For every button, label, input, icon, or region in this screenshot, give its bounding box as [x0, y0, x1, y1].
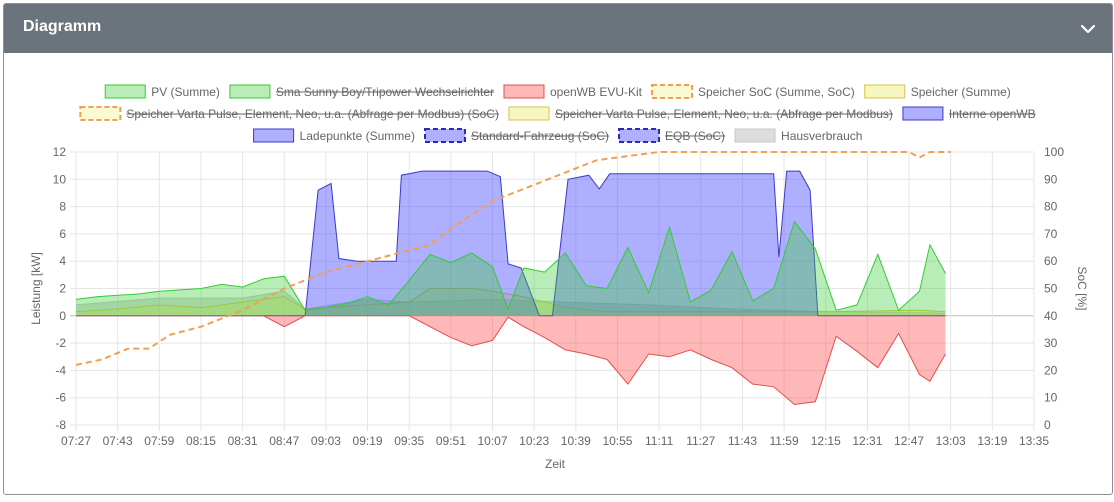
legend-swatch — [864, 84, 906, 99]
legend-item[interactable]: Sma Sunny Boy/Tripower Wechselrichter — [229, 84, 494, 99]
legend-swatch — [902, 106, 944, 121]
legend-item[interactable]: Speicher SoC (Summe, SoC) — [651, 84, 855, 99]
legend-label: Speicher (Summe) — [911, 85, 1011, 99]
x-tick-label: 13:35 — [1019, 434, 1049, 448]
y2-tick-label: 70 — [1044, 227, 1058, 241]
y-tick-label: 4 — [59, 254, 66, 268]
y-tick-label: 2 — [59, 282, 66, 296]
y-tick-label: 8 — [59, 200, 66, 214]
x-tick-label: 09:03 — [311, 434, 341, 448]
y-tick-label: -8 — [55, 418, 66, 432]
x-tick-label: 10:39 — [561, 434, 591, 448]
x-tick-label: 09:19 — [353, 434, 383, 448]
x-tick-label: 11:11 — [645, 434, 674, 448]
y2-tick-label: 20 — [1044, 363, 1058, 377]
x-tick-label: 13:03 — [936, 434, 966, 448]
x-tick-label: 12:47 — [894, 434, 924, 448]
x-tick-label: 07:43 — [103, 434, 133, 448]
x-tick-label: 09:35 — [394, 434, 424, 448]
y2-tick-label: 50 — [1044, 282, 1058, 296]
x-tick-label: 11:59 — [770, 434, 799, 448]
legend-swatch — [104, 84, 146, 99]
y-axis-title: Leistung [kW] — [29, 252, 43, 325]
x-tick-label: 13:19 — [977, 434, 1007, 448]
legend-item[interactable]: Speicher Varta Pulse, Element, Neo, u.a.… — [79, 106, 499, 121]
legend-item[interactable]: Speicher Varta Pulse, Element, Neo, u.a.… — [508, 106, 893, 121]
power-chart: PV (Summe) Sma Sunny Boy/Tripower Wechsel… — [29, 84, 1089, 471]
legend-label: Ladepunkte (Summe) — [300, 129, 415, 143]
legend-item[interactable]: EQB (SoC) — [618, 128, 725, 143]
y-tick-label: 0 — [59, 309, 66, 323]
legend-swatch — [423, 128, 466, 143]
x-tick-label: 08:15 — [186, 434, 216, 448]
y-tick-label: 10 — [53, 172, 67, 186]
y2-tick-label: 40 — [1044, 309, 1058, 323]
y2-tick-label: 90 — [1044, 172, 1058, 186]
legend-item[interactable]: Hausverbrauch — [734, 128, 862, 143]
legend-label: Speicher SoC (Summe, SoC) — [698, 85, 855, 99]
y2-tick-label: 100 — [1044, 145, 1064, 159]
legend-item[interactable]: Speicher (Summe) — [864, 84, 1011, 99]
legend-swatch — [503, 84, 545, 99]
x-tick-label: 08:47 — [269, 434, 299, 448]
card-title: Diagramm — [23, 18, 102, 35]
legend-swatch — [618, 128, 661, 143]
diagram-card: Diagramm PV (Summe) Sma Sunny Boy/Tripowe… — [3, 3, 1113, 495]
x-tick-label: 10:07 — [478, 434, 508, 448]
x-tick-label: 08:31 — [228, 434, 258, 448]
legend-label: openWB EVU-Kit — [550, 85, 643, 99]
legend-item[interactable]: openWB EVU-Kit — [503, 84, 643, 99]
x-tick-label: 07:27 — [61, 434, 91, 448]
x-tick-label: 10:55 — [602, 434, 632, 448]
y2-tick-label: 30 — [1044, 336, 1058, 350]
legend-swatch — [229, 84, 271, 99]
legend-swatch — [79, 106, 122, 121]
x-tick-label: 11:27 — [686, 434, 715, 448]
chevron-down-icon[interactable] — [1078, 19, 1098, 39]
chart-series — [75, 151, 951, 406]
x-tick-label: 07:59 — [144, 434, 174, 448]
x-tick-label: 10:23 — [519, 434, 549, 448]
x-axis-title: Zeit — [545, 457, 566, 471]
y2-tick-label: 10 — [1044, 391, 1058, 405]
legend-item[interactable]: Ladepunkte (Summe) — [253, 128, 415, 143]
legend-item[interactable]: PV (Summe) — [104, 84, 220, 99]
chart-legend: PV (Summe) Sma Sunny Boy/Tripower Wechsel… — [79, 84, 1036, 143]
legend-label: PV (Summe) — [151, 85, 220, 99]
legend-label: Hausverbrauch — [781, 129, 862, 143]
x-tick-label: 09:51 — [436, 434, 466, 448]
y-tick-label: 12 — [53, 145, 67, 159]
y-tick-label: -6 — [55, 391, 66, 405]
series-evu — [76, 315, 946, 406]
y2-axis-title: SoC [%] — [1075, 266, 1089, 310]
legend-swatch — [508, 106, 550, 121]
x-tick-label: 11:43 — [728, 434, 757, 448]
series-area — [76, 315, 946, 405]
y2-tick-label: 60 — [1044, 254, 1058, 268]
y2-tick-label: 0 — [1044, 418, 1051, 432]
legend-swatch — [734, 128, 776, 143]
x-tick-label: 12:31 — [852, 434, 882, 448]
legend-swatch — [651, 84, 694, 99]
y2-tick-label: 80 — [1044, 200, 1058, 214]
y-tick-label: -4 — [55, 363, 66, 377]
legend-swatch — [253, 128, 295, 143]
y-tick-label: 6 — [59, 227, 66, 241]
x-tick-label: 12:15 — [811, 434, 841, 448]
legend-item[interactable]: Interne openWB — [902, 106, 1036, 121]
y-tick-label: -2 — [55, 336, 66, 350]
legend-item[interactable]: Standard-Fahrzeug (SoC) — [423, 128, 609, 143]
card-header[interactable]: Diagramm — [4, 4, 1112, 53]
